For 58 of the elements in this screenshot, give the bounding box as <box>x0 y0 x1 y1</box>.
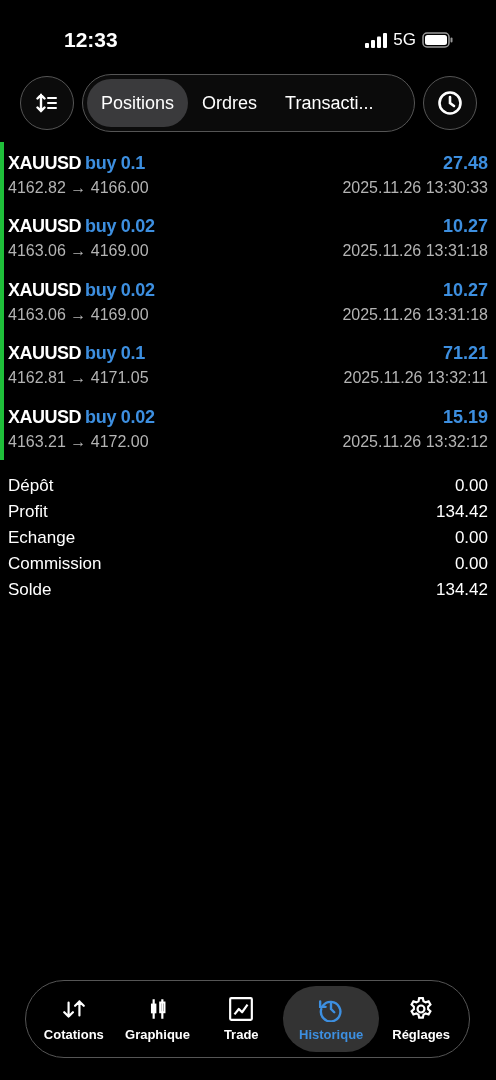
symbol: XAUUSD <box>8 343 81 364</box>
price-range: 4163.21 → 4172.00 <box>8 432 149 451</box>
sort-button[interactable] <box>20 76 74 130</box>
summary-value: 0.00 <box>454 553 488 574</box>
signal-icon <box>365 32 388 48</box>
order-type: buy 0.1 <box>85 343 145 364</box>
order-type: buy 0.02 <box>85 279 155 300</box>
summary-value: 134.42 <box>436 579 488 600</box>
tab[interactable]: Positions <box>87 79 189 127</box>
profit: 10.27 <box>442 279 488 301</box>
nav-tab[interactable]: Trade <box>199 986 284 1052</box>
order-type: buy 0.1 <box>85 152 145 173</box>
clock-time: 12:33 <box>64 28 118 52</box>
line-chart-icon <box>228 996 255 1022</box>
profit: 10.27 <box>442 216 488 238</box>
summary-value: 0.00 <box>454 528 488 548</box>
history-button[interactable] <box>423 76 477 130</box>
summary-value: 0.00 <box>454 476 488 497</box>
profit: 15.19 <box>442 406 488 428</box>
order-type: buy 0.02 <box>85 216 155 237</box>
network-label: 5G <box>393 30 416 50</box>
symbol: XAUUSD <box>8 216 81 237</box>
nav-tab[interactable]: Cotations <box>32 986 116 1052</box>
deal-row[interactable]: XAUUSD buy 0.02 10.27 4163.06 → 4169.00 2025.11.26 13:31:18 <box>0 269 496 333</box>
deal-time: 2025.11.26 13:31:18 <box>342 305 488 324</box>
battery-icon <box>422 32 454 48</box>
clock-icon <box>437 90 463 116</box>
symbol: XAUUSD <box>8 279 81 300</box>
deal-time: 2025.11.26 13:32:12 <box>342 432 488 451</box>
summary-value: 134.42 <box>436 502 488 523</box>
nav-tab[interactable]: Graphique <box>115 986 200 1052</box>
settings-icon <box>408 996 435 1022</box>
price-range: 4162.81 → 4171.05 <box>8 369 149 388</box>
deal-row[interactable]: XAUUSD buy 0.02 15.19 4163.21 → 4172.00 2025.11.26 13:32:12 <box>0 396 496 460</box>
tab[interactable]: Ordres <box>188 79 272 127</box>
deal-row[interactable]: XAUUSD buy 0.1 27.48 4162.82 → 4166.00 2025.11.26 13:30:33 <box>0 142 496 206</box>
deal-time: 2025.11.26 13:32:11 <box>343 369 488 388</box>
deal-row[interactable]: XAUUSD buy 0.02 10.27 4163.06 → 4169.00 2025.11.26 13:31:18 <box>0 205 496 269</box>
deal-time: 2025.11.26 13:31:18 <box>342 242 488 261</box>
price-range: 4163.06 → 4169.00 <box>8 242 149 261</box>
summary-label: Dépôt <box>8 476 54 497</box>
summary-label: Echange <box>8 528 76 548</box>
order-type: buy 0.02 <box>85 406 155 427</box>
deal-time: 2025.11.26 13:30:33 <box>342 178 488 197</box>
nav-tab[interactable]: Historique <box>283 986 380 1052</box>
profit: 71.21 <box>442 343 488 365</box>
summary-label: Solde <box>8 579 52 600</box>
profit: 27.48 <box>442 152 488 174</box>
summary-label: Commission <box>8 553 102 574</box>
symbol: XAUUSD <box>8 152 81 173</box>
price-range: 4162.82 → 4166.00 <box>8 178 149 197</box>
nav-tab[interactable]: Réglages <box>379 986 463 1052</box>
summary-label: Profit <box>8 502 48 523</box>
sort-icon <box>36 93 58 113</box>
symbol: XAUUSD <box>8 406 81 427</box>
price-range: 4163.06 → 4169.00 <box>8 305 149 324</box>
tab[interactable]: Transacti... <box>271 79 388 127</box>
deal-row[interactable]: XAUUSD buy 0.1 71.21 4162.81 → 4171.05 2025.11.26 13:32:11 <box>0 332 496 396</box>
